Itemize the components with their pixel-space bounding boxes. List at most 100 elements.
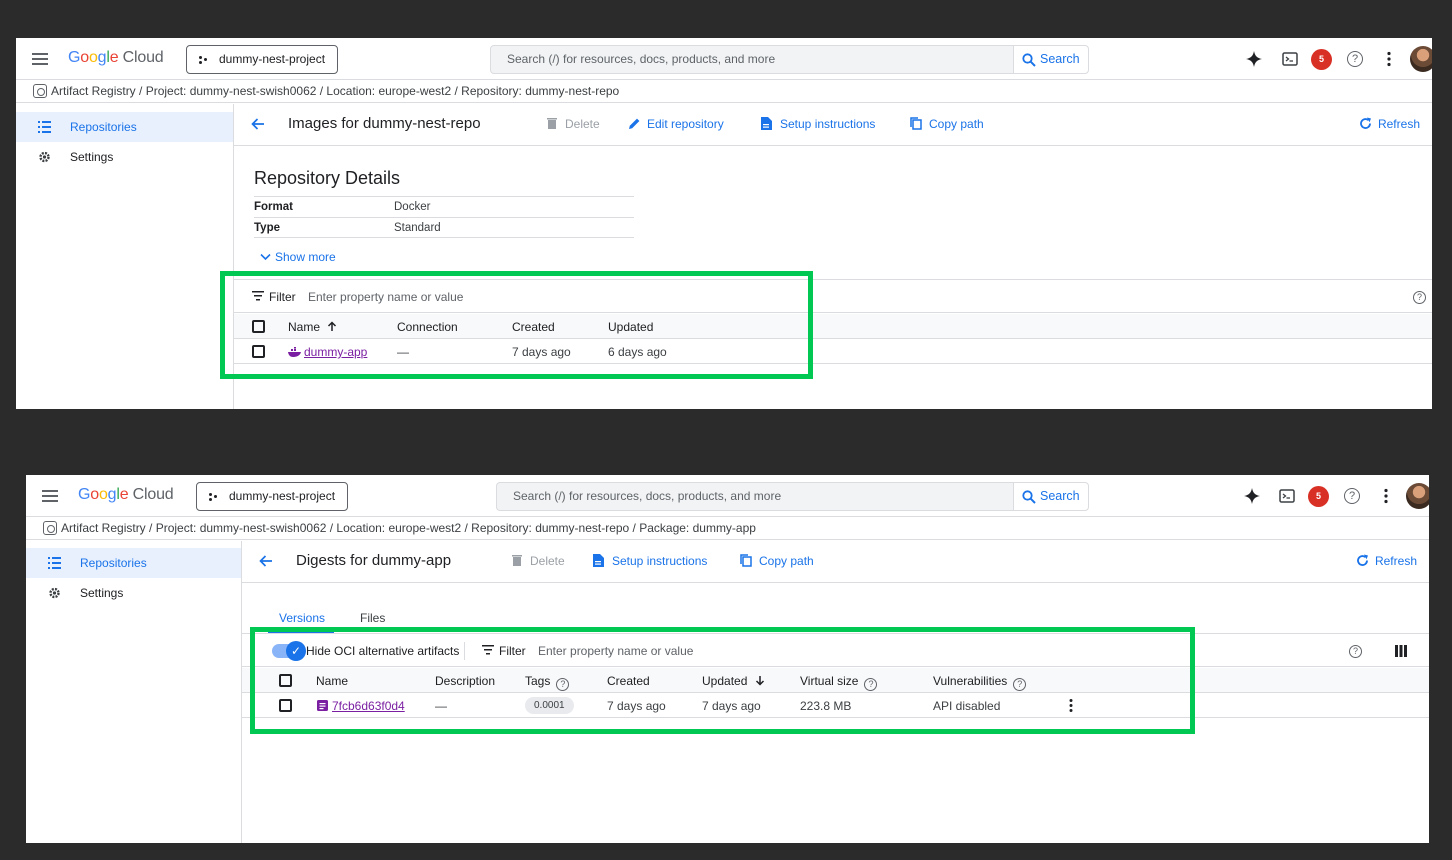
search-input[interactable]: Search (/) for resources, docs, products… — [490, 45, 1014, 74]
cell-created: 7 days ago — [512, 345, 571, 359]
column-header-connection[interactable]: Connection — [397, 320, 458, 334]
project-picker[interactable]: dummy-nest-project — [186, 45, 339, 74]
avatar[interactable] — [1410, 46, 1432, 72]
tab-versions[interactable]: Versions — [279, 611, 325, 625]
cell-vulnerabilities: API disabled — [933, 699, 1001, 713]
back-arrow-icon[interactable] — [250, 116, 266, 132]
filter-input[interactable]: Enter property name or value — [308, 290, 463, 304]
arrow-down-icon — [755, 676, 764, 686]
notifications-badge[interactable]: 5 — [1308, 486, 1329, 507]
page-toolbar: Images for dummy-nest-repo Delete Edit r… — [234, 104, 1432, 146]
column-header-created[interactable]: Created — [607, 674, 650, 688]
cloud-shell-icon[interactable] — [1281, 50, 1299, 68]
project-icon — [209, 493, 219, 501]
refresh-button[interactable]: Refresh — [1359, 117, 1420, 131]
notifications-badge[interactable]: 5 — [1311, 49, 1332, 70]
back-arrow-icon[interactable] — [258, 553, 274, 569]
filter-icon — [252, 291, 264, 301]
menu-icon[interactable] — [42, 487, 58, 505]
top-bar: Google Cloud dummy-nest-project Search (… — [16, 38, 1432, 80]
column-display-icon[interactable] — [1395, 645, 1407, 657]
chevron-down-icon — [260, 253, 271, 261]
column-header-updated[interactable]: Updated — [702, 674, 765, 688]
hide-oci-toggle[interactable]: ✓ — [272, 641, 306, 661]
sidebar-item-repositories[interactable]: Repositories — [16, 112, 233, 142]
column-header-created[interactable]: Created — [512, 320, 555, 334]
main-content: Images for dummy-nest-repo Delete Edit r… — [234, 104, 1432, 409]
select-all-checkbox[interactable] — [279, 674, 292, 687]
show-more-link[interactable]: Show more — [260, 250, 336, 264]
column-header-name[interactable]: Name — [288, 320, 337, 334]
help-icon: ? — [864, 678, 878, 691]
help-icon[interactable]: ? — [1413, 291, 1426, 304]
pencil-icon — [629, 118, 640, 129]
filter-button[interactable]: Filter — [482, 644, 526, 658]
row-checkbox[interactable] — [279, 699, 292, 712]
repository-details-heading: Repository Details — [254, 168, 401, 188]
help-icon[interactable]: ? — [1344, 488, 1360, 504]
column-header-vulnerabilities[interactable]: Vulnerabilities? — [933, 674, 1027, 691]
table-header: Name Connection Created Updated — [234, 314, 1432, 339]
more-vert-icon[interactable] — [1377, 487, 1395, 505]
trash-icon — [547, 118, 557, 129]
tag-chip[interactable]: 0.0001 — [525, 697, 574, 714]
cell-description: — — [435, 699, 447, 713]
breadcrumb: Artifact Registry / Project: dummy-nest-… — [26, 517, 1429, 540]
tab-files[interactable]: Files — [360, 611, 385, 625]
row-checkbox[interactable] — [252, 345, 265, 358]
cell-virtual-size: 223.8 MB — [800, 699, 852, 713]
copy-path-button[interactable]: Copy path — [740, 554, 814, 568]
page-title: Images for dummy-nest-repo — [288, 115, 481, 132]
project-icon — [199, 56, 209, 64]
filter-button[interactable]: Filter — [252, 290, 296, 304]
document-icon — [761, 117, 772, 130]
edit-repository-button[interactable]: Edit repository — [628, 117, 724, 131]
digest-icon — [317, 700, 328, 711]
search-button[interactable]: Search — [1013, 45, 1089, 74]
search-button[interactable]: Search — [1013, 482, 1089, 511]
page-title: Digests for dummy-app — [296, 552, 452, 569]
column-header-virtual-size[interactable]: Virtual size? — [800, 674, 878, 691]
delete-button[interactable]: Delete — [546, 117, 600, 131]
avatar[interactable] — [1406, 483, 1429, 509]
sidebar: Repositories Settings — [26, 541, 242, 843]
column-header-tags[interactable]: Tags? — [525, 674, 570, 691]
gemini-sparkle-icon[interactable] — [1245, 50, 1263, 68]
filter-bar[interactable]: ✓ Hide OCI alternative artifacts Filter … — [242, 633, 1429, 667]
cell-connection: — — [397, 345, 409, 359]
cloud-shell-icon[interactable] — [1278, 487, 1296, 505]
menu-icon[interactable] — [32, 50, 48, 68]
sidebar-item-settings[interactable]: Settings — [26, 578, 241, 608]
sidebar-item-repositories[interactable]: Repositories — [26, 548, 241, 578]
google-cloud-logo[interactable]: Google Cloud — [68, 49, 164, 67]
detail-row-type: Type Standard — [254, 217, 634, 238]
column-header-updated[interactable]: Updated — [608, 320, 653, 334]
setup-instructions-button[interactable]: Setup instructions — [761, 117, 875, 131]
google-cloud-logo[interactable]: Google Cloud — [78, 486, 174, 504]
project-picker[interactable]: dummy-nest-project — [196, 482, 349, 511]
filter-input[interactable]: Enter property name or value — [538, 644, 693, 658]
image-name-link[interactable]: dummy-app — [288, 345, 367, 359]
help-icon[interactable]: ? — [1347, 51, 1363, 67]
hide-oci-label: Hide OCI alternative artifacts — [306, 644, 460, 658]
refresh-button[interactable]: Refresh — [1356, 554, 1417, 568]
screenshot-digests-view: Google Cloud dummy-nest-project Search (… — [26, 475, 1429, 843]
column-header-name[interactable]: Name — [316, 674, 348, 688]
cell-updated: 6 days ago — [608, 345, 667, 359]
table-header: Name Description Tags? Created Updated V… — [242, 668, 1429, 693]
search-icon — [1022, 53, 1036, 67]
more-vert-icon[interactable] — [1064, 698, 1078, 713]
filter-bar[interactable]: Filter Enter property name or value ? — [234, 279, 1432, 313]
setup-instructions-button[interactable]: Setup instructions — [593, 554, 707, 568]
help-icon[interactable]: ? — [1349, 645, 1362, 658]
gemini-sparkle-icon[interactable] — [1243, 487, 1261, 505]
copy-path-button[interactable]: Copy path — [910, 117, 984, 131]
help-icon: ? — [556, 678, 570, 691]
delete-button[interactable]: Delete — [511, 554, 565, 568]
select-all-checkbox[interactable] — [252, 320, 265, 333]
search-input[interactable]: Search (/) for resources, docs, products… — [496, 482, 1014, 511]
column-header-description[interactable]: Description — [435, 674, 495, 688]
more-vert-icon[interactable] — [1380, 50, 1398, 68]
digest-name-link[interactable]: 7fcb6d63f0d4 — [317, 699, 405, 713]
sidebar-item-settings[interactable]: Settings — [16, 142, 233, 172]
